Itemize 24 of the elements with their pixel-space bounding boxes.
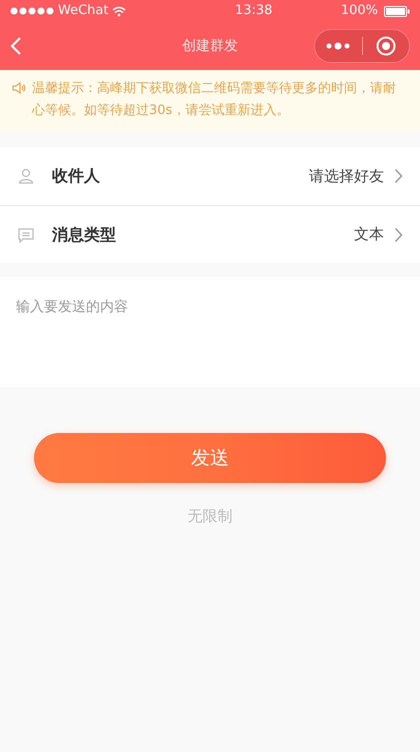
message-input[interactable]: 输入要发送的内容: [0, 277, 420, 387]
person-icon: [17, 167, 35, 185]
carrier-name: WeChat: [58, 2, 108, 20]
back-icon: [10, 36, 22, 56]
row-value: 文本: [354, 224, 384, 246]
list-row[interactable]: 收件人 请选择好友: [0, 147, 420, 205]
chevron-icon: [394, 226, 403, 242]
notice-text: 温馨提示：高峰期下获取微信二维码需要等待更多的时间，请耐心等候。如等待超过30s，请尝试重新进入。: [32, 80, 397, 120]
wifi-icon: [112, 6, 126, 16]
more-icon: [326, 42, 350, 50]
row-label: 消息类型: [52, 224, 116, 246]
signal-icon: [10, 7, 54, 15]
limit-text: 无限制: [188, 506, 232, 527]
battery-icon: [384, 6, 410, 16]
row-label: 收件人: [52, 165, 100, 187]
page-title: 创建群发: [182, 36, 238, 56]
target-icon: [376, 36, 396, 56]
chevron-icon: [394, 168, 403, 184]
speaker-icon: [12, 81, 26, 95]
status-time: 13:38: [234, 2, 272, 20]
message-icon: [17, 226, 35, 244]
battery-percent: 100%: [340, 2, 378, 20]
row-value: 请选择好友: [309, 166, 384, 187]
list-row[interactable]: 消息类型 文本: [0, 205, 420, 263]
